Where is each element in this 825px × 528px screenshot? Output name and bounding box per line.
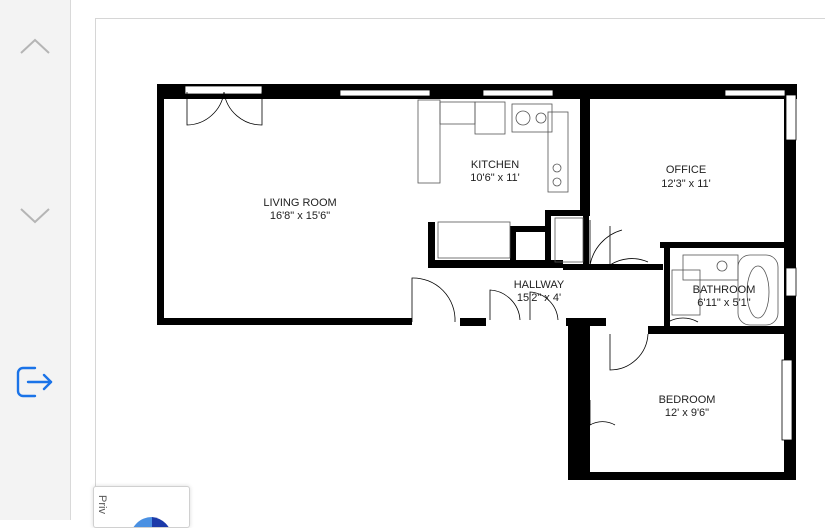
floorplan: LIVING ROOM 16'8" x 15'6" KITCHEN 10'6" … (157, 84, 797, 480)
privacy-badge[interactable]: Priv (93, 486, 190, 528)
hallway-label: HALLWAY (514, 279, 565, 291)
doors (186, 91, 699, 426)
bedroom-dims: 12' x 9'6" (665, 407, 709, 419)
hallway-dims: 15'2" x 4' (517, 292, 561, 304)
office-label: OFFICE (666, 164, 706, 176)
office-dims: 12'3" x 11' (661, 178, 711, 190)
privacy-badge-label: Priv (96, 495, 108, 514)
bedroom-label: BEDROOM (659, 394, 716, 406)
bathroom-label: BATHROOM (693, 284, 756, 296)
bathroom-dims: 6'11" x 5'1" (697, 297, 750, 309)
kitchen-label: KITCHEN (471, 159, 519, 171)
recaptcha-icon (133, 517, 169, 527)
kitchen-dims: 10'6" x 11' (470, 172, 520, 184)
living-room-dims: 16'8" x 15'6" (270, 210, 330, 222)
walls (157, 84, 797, 480)
living-room-label: LIVING ROOM (263, 197, 336, 209)
